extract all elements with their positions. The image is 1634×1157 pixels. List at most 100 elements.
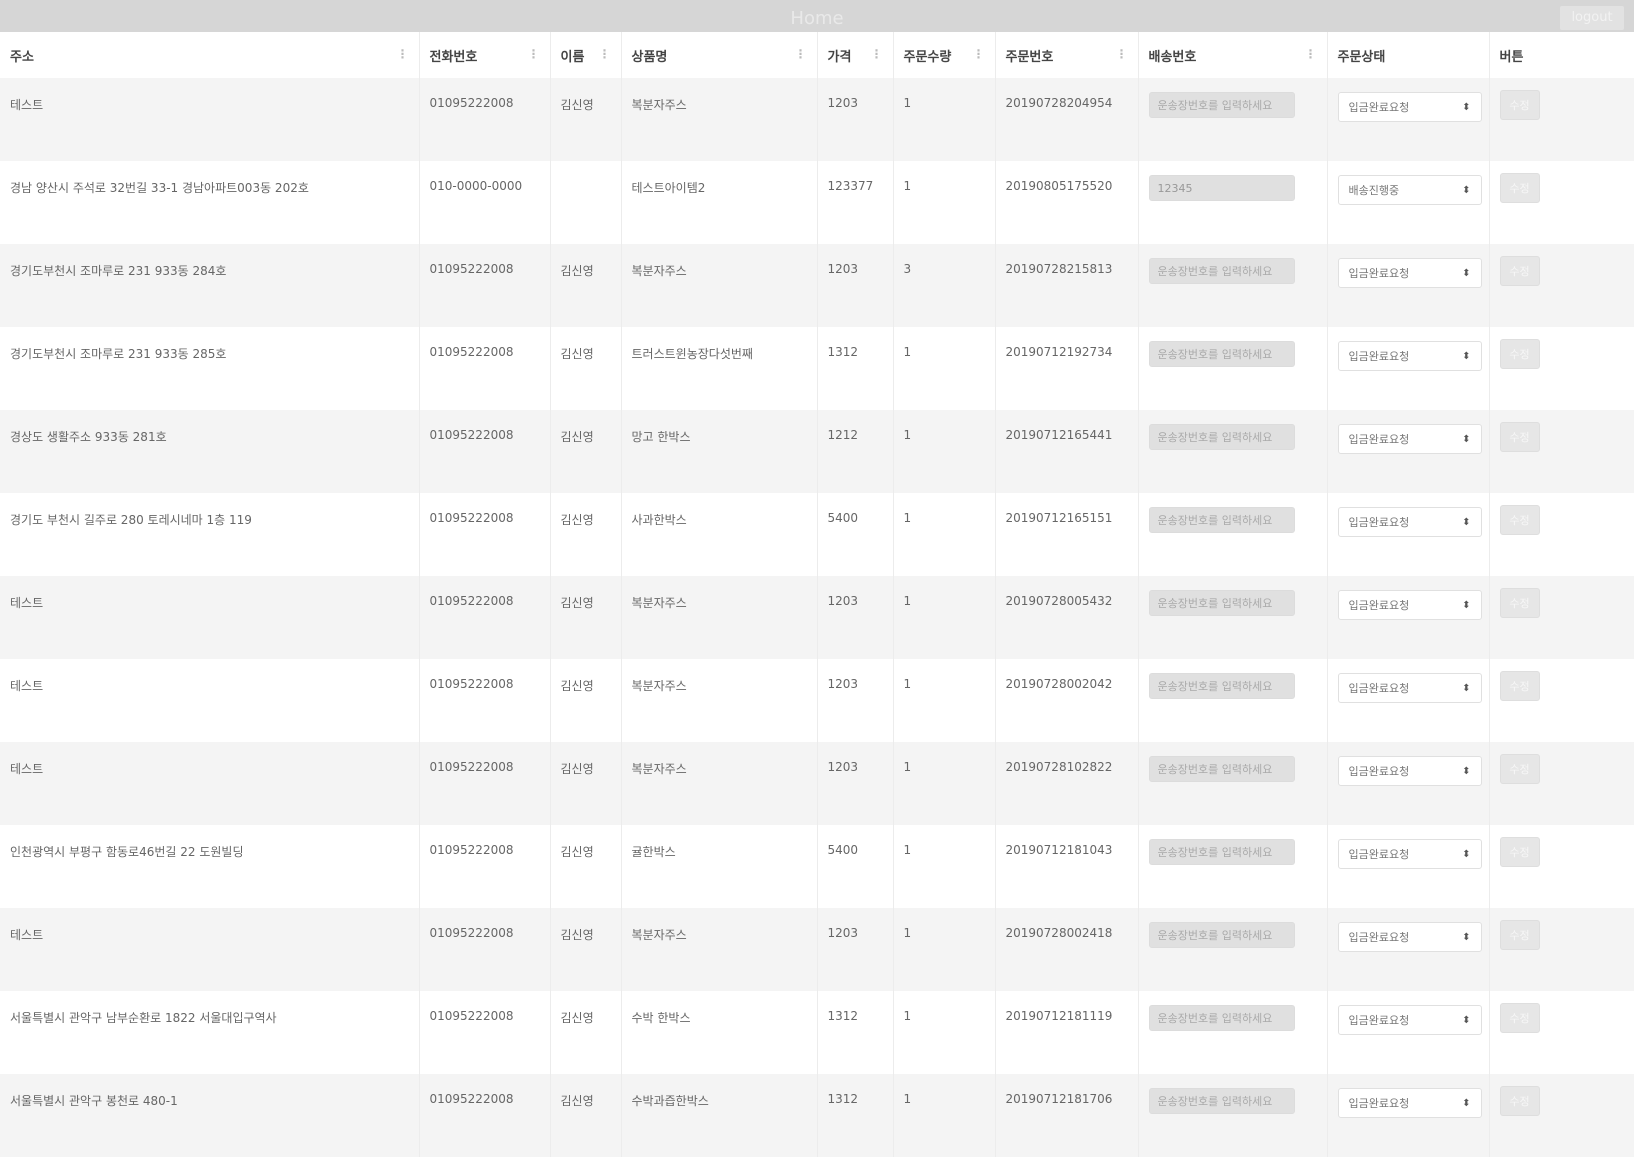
select-arrows-icon: ⬍ — [1462, 931, 1471, 943]
sort-icon[interactable]: ⋮ — [871, 47, 883, 61]
cell-order-no: 20190712181043 — [995, 825, 1139, 908]
cell-order-no: 20190728002418 — [995, 908, 1139, 991]
order-status-select[interactable]: 입금완료요청 ⬍ — [1337, 1005, 1482, 1035]
sort-icon[interactable]: ⋮ — [795, 47, 807, 61]
sort-icon[interactable]: ⋮ — [973, 47, 985, 61]
cell-qty: 1 — [893, 991, 996, 1074]
order-status-select[interactable]: 입금완료요청 ⬍ — [1337, 341, 1482, 371]
edit-button[interactable]: 수정 — [1499, 920, 1540, 950]
cell-ship-no — [1138, 908, 1328, 991]
order-status-select[interactable]: 입금완료요청 ⬍ — [1337, 839, 1482, 869]
order-status-select[interactable]: 입금완료요청 ⬍ — [1337, 590, 1482, 620]
cell-status: 입금완료요청 ⬍ — [1327, 742, 1490, 825]
column-header[interactable]: 주소 ⋮ — [0, 32, 420, 78]
shipping-number-input[interactable] — [1148, 424, 1295, 450]
order-status-select[interactable]: 입금완료요청 ⬍ — [1337, 756, 1482, 786]
edit-button[interactable]: 수정 — [1499, 754, 1540, 784]
table-body: 테스트 01095222008 김신영 복분자주스 1203 1 2019072820495… — [0, 78, 1634, 1157]
cell-button: 수정 — [1489, 1074, 1634, 1157]
cell-phone: 01095222008 — [419, 659, 551, 742]
cell-name: 김신영 — [550, 78, 622, 161]
shipping-number-input[interactable] — [1148, 1005, 1295, 1031]
column-header[interactable]: 전화번호 ⋮ — [419, 32, 551, 78]
cell-name: 김신영 — [550, 742, 622, 825]
shipping-number-input[interactable] — [1148, 1088, 1295, 1114]
cell-name: 김신영 — [550, 576, 622, 659]
edit-button[interactable]: 수정 — [1499, 256, 1540, 286]
shipping-number-input[interactable] — [1148, 507, 1295, 533]
order-status-select[interactable]: 입금완료요청 ⬍ — [1337, 1088, 1482, 1118]
cell-name: 김신영 — [550, 659, 622, 742]
sort-icon[interactable]: ⋮ — [528, 47, 540, 61]
shipping-number-input[interactable] — [1148, 590, 1295, 616]
order-status-select[interactable]: 입금완료요청 ⬍ — [1337, 922, 1482, 952]
order-status-select[interactable]: 입금완료요청 ⬍ — [1337, 424, 1482, 454]
column-header[interactable]: 배송번호 ⋮ — [1138, 32, 1328, 78]
table-row: 서울특별시 관악구 봉천로 480-1 01095222008 김신영 수박과즙한박스… — [0, 1074, 1634, 1157]
shipping-number-input[interactable] — [1148, 839, 1295, 865]
order-status-select[interactable]: 입금완료요청 ⬍ — [1337, 258, 1482, 288]
shipping-number-input[interactable] — [1148, 92, 1295, 118]
cell-order-no: 20190728102822 — [995, 742, 1139, 825]
shipping-number-input[interactable] — [1148, 756, 1295, 782]
page-title: Home — [790, 8, 844, 29]
shipping-number-input[interactable] — [1148, 175, 1295, 201]
order-status-select[interactable]: 입금완료요청 ⬍ — [1337, 92, 1482, 122]
select-arrows-icon: ⬍ — [1462, 682, 1471, 694]
table-row: 테스트 01095222008 김신영 복분자주스 1203 1 2019072820495… — [0, 78, 1634, 161]
sort-icon[interactable]: ⋮ — [397, 47, 409, 61]
cell-qty: 1 — [893, 327, 996, 410]
cell-product: 복분자주스 — [621, 659, 818, 742]
edit-button[interactable]: 수정 — [1499, 422, 1540, 452]
shipping-number-input[interactable] — [1148, 341, 1295, 367]
table-row: 테스트 01095222008 김신영 복분자주스 1203 1 2019072800241… — [0, 908, 1634, 991]
top-bar: Home logout — [0, 0, 1634, 32]
column-header[interactable]: 상품명 ⋮ — [621, 32, 818, 78]
shipping-number-input[interactable] — [1148, 673, 1295, 699]
order-status-value: 입금완료요청 — [1348, 1014, 1410, 1027]
select-arrows-icon: ⬍ — [1462, 765, 1471, 777]
sort-icon[interactable]: ⋮ — [1305, 47, 1317, 61]
cell-address: 경기도부천시 조마루로 231 933동 284호 — [0, 244, 420, 327]
cell-qty: 1 — [893, 1074, 996, 1157]
edit-button[interactable]: 수정 — [1499, 1003, 1540, 1033]
edit-button[interactable]: 수정 — [1499, 837, 1540, 867]
column-header[interactable]: 가격 ⋮ — [817, 32, 894, 78]
cell-name: 김신영 — [550, 991, 622, 1074]
order-status-value: 입금완료요청 — [1348, 682, 1410, 695]
edit-button[interactable]: 수정 — [1499, 1086, 1540, 1116]
cell-ship-no — [1138, 161, 1328, 244]
edit-button[interactable]: 수정 — [1499, 339, 1540, 369]
logout-button[interactable]: logout — [1560, 6, 1624, 30]
column-header[interactable]: 주문수량 ⋮ — [893, 32, 996, 78]
cell-status: 입금완료요청 ⬍ — [1327, 327, 1490, 410]
shipping-number-input[interactable] — [1148, 922, 1295, 948]
sort-icon[interactable]: ⋮ — [1116, 47, 1128, 61]
order-status-select[interactable]: 입금완료요청 ⬍ — [1337, 507, 1482, 537]
shipping-number-input[interactable] — [1148, 258, 1295, 284]
edit-button[interactable]: 수정 — [1499, 173, 1540, 203]
cell-price: 1203 — [817, 244, 894, 327]
cell-ship-no — [1138, 327, 1328, 410]
order-status-select[interactable]: 입금완료요청 ⬍ — [1337, 673, 1482, 703]
sort-icon[interactable]: ⋮ — [599, 47, 611, 61]
cell-phone: 01095222008 — [419, 410, 551, 493]
select-arrows-icon: ⬍ — [1462, 516, 1471, 528]
order-status-select[interactable]: 배송진행중 ⬍ — [1337, 175, 1482, 205]
column-header[interactable]: 주문번호 ⋮ — [995, 32, 1139, 78]
cell-status: 입금완료요청 ⬍ — [1327, 493, 1490, 576]
cell-address: 테스트 — [0, 742, 420, 825]
table-row: 경기도부천시 조마루로 231 933동 285호 01095222008 김신영 트… — [0, 327, 1634, 410]
edit-button[interactable]: 수정 — [1499, 588, 1540, 618]
cell-price: 123377 — [817, 161, 894, 244]
select-arrows-icon: ⬍ — [1462, 848, 1471, 860]
cell-name: 김신영 — [550, 327, 622, 410]
cell-button: 수정 — [1489, 576, 1634, 659]
cell-address: 테스트 — [0, 659, 420, 742]
cell-price: 5400 — [817, 493, 894, 576]
edit-button[interactable]: 수정 — [1499, 505, 1540, 535]
edit-button[interactable]: 수정 — [1499, 671, 1540, 701]
column-header[interactable]: 이름 ⋮ — [550, 32, 622, 78]
cell-product: 복분자주스 — [621, 244, 818, 327]
edit-button[interactable]: 수정 — [1499, 90, 1540, 120]
